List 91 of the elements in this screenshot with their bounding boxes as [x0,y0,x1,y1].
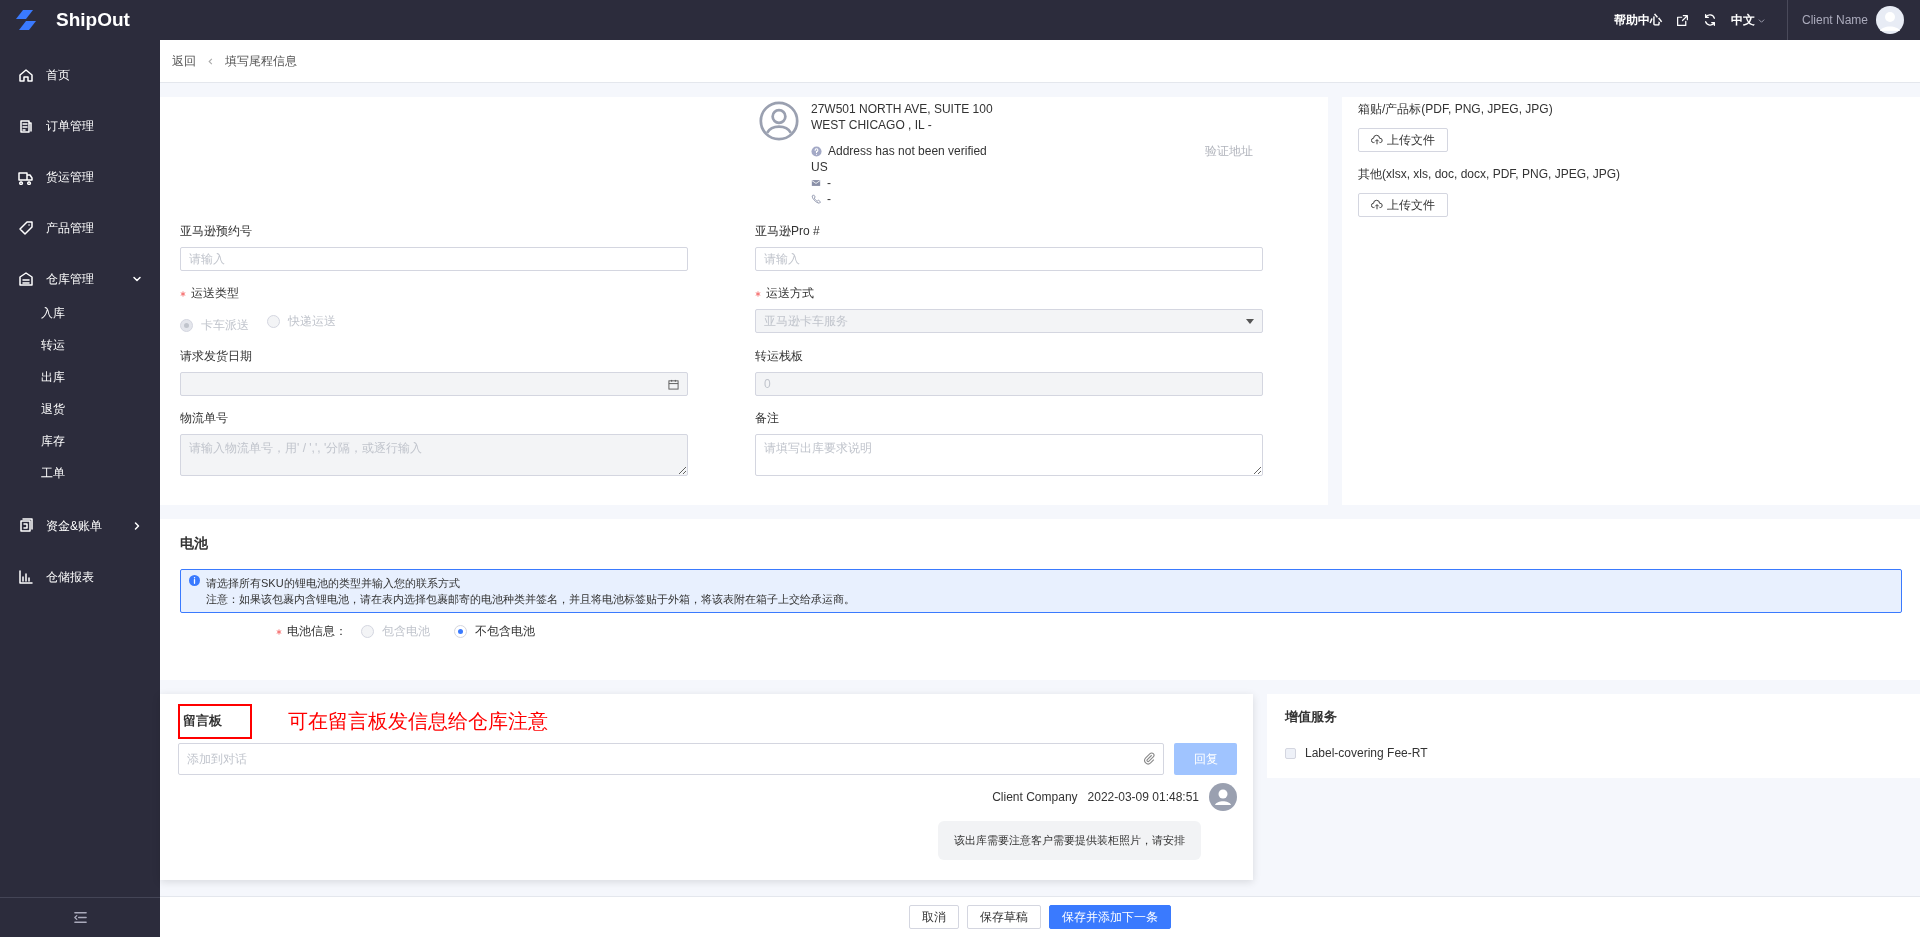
field-label: 运送类型 [191,285,239,302]
sidebar-item[interactable]: 订单管理 [0,105,160,147]
checkbox-label: Label-covering Fee-RT [1305,746,1428,760]
cloud-upload-icon [1371,134,1383,146]
upload-button[interactable]: 上传文件 [1358,193,1448,217]
message-author: Client Company [992,790,1078,804]
sidebar-subitem[interactable]: 库存 [0,425,160,457]
message-time: 2022-03-09 01:48:51 [1087,790,1199,804]
message-bubble: 该出库需要注意客户需要提供装柜照片，请安排 [938,821,1201,860]
section-title: 电池 [180,535,209,553]
field-label: 运送方式 [766,285,814,302]
radio-label: 不包含电池 [475,623,535,640]
document-icon [18,118,34,134]
footer-button[interactable]: 保存草稿 [967,905,1041,929]
field-label: 转运栈板 [755,348,803,365]
footer-button[interactable]: 取消 [909,905,959,929]
help-center-link[interactable]: 帮助中心 [1613,11,1662,29]
avatar-icon [1876,6,1904,34]
annotation-text: 可在留言板发信息给仓库注意 [288,709,548,734]
upload-label: 箱贴/产品标(PDF, PNG, JPEG, JPG) [1358,101,1553,118]
sidebar-subitem[interactable]: 转运 [0,329,160,361]
board-title: 留言板 [178,704,252,739]
textarea-field[interactable]: 请填写出库要求说明 [755,434,1263,476]
sidebar-item[interactable]: 仓库管理 [0,258,160,300]
paperclip-icon[interactable] [1143,752,1156,765]
truck-icon [18,169,34,185]
sidebar-item[interactable]: 产品管理 [0,207,160,249]
phone-icon [811,194,821,204]
person-icon [759,101,799,141]
sidebar-item[interactable]: 首页 [0,54,160,96]
cloud-upload-icon [1371,199,1383,211]
field-label: 请求发货日期 [180,348,252,365]
message-input[interactable]: 添加到对话 [178,743,1164,775]
field-label: 亚马逊预约号 [180,223,252,240]
upload-label: 其他(xlsx, xls, doc, docx, PDF, PNG, JPEG, JPG) [1358,166,1621,183]
warehouse-icon [18,271,34,287]
language-dropdown[interactable]: 中文 [1730,11,1779,29]
sidebar-subitem[interactable]: 出库 [0,361,160,393]
caret-icon [1757,16,1765,24]
chevron-left-icon [206,56,215,66]
required-icon [755,290,761,297]
upload-button[interactable]: 上传文件 [1358,128,1448,152]
share-icon[interactable] [1675,13,1689,27]
sidebar-item[interactable]: 资金&账单 [0,505,160,547]
radio-button[interactable] [454,625,467,638]
address-line: 27W501 NORTH AVE, SUITE 100 [811,101,993,117]
sidebar-subitem[interactable]: 工单 [0,457,160,489]
sidebar-subitem[interactable]: 入库 [0,297,160,329]
mail-icon [811,178,821,188]
required-icon [276,628,282,635]
field-label: 电池信息： [287,623,347,640]
notice-text: 请选择所有SKU的锂电池的类型并输入您的联系方式 [206,576,461,591]
page-title: 填写尾程信息 [225,52,297,70]
collapse-menu-icon[interactable] [72,910,88,925]
checkbox[interactable] [1285,747,1296,759]
calendar-icon [668,378,679,390]
home-icon [18,67,34,83]
email-value: - [827,175,831,191]
radio-label: 卡车派送 [201,317,249,334]
avatar-icon [1209,783,1237,811]
logo-icon [14,8,38,32]
verify-status: Address has not been verified [828,143,987,159]
section-title: 增值服务 [1285,708,1338,726]
info-icon [189,575,200,586]
required-icon [180,290,186,297]
caret-down-icon [1246,317,1254,325]
bar-chart-icon [18,569,34,585]
address-line: WEST CHICAGO , IL - [811,117,933,133]
sidebar-item[interactable]: 仓储报表 [0,556,160,598]
field-label: 亚马逊Pro # [755,223,820,240]
refresh-icon[interactable] [1702,13,1717,27]
text-input[interactable]: 请输入 [755,247,1263,271]
sidebar-item[interactable]: 货运管理 [0,156,160,198]
phone-value: - [827,191,831,207]
radio-label: 快递运送 [288,313,336,330]
notice-text: 注意：如果该包裹内含锂电池，请在表内选择包裹邮寄的电池种类并签名，并且将电池标签贴于外箱，将该表附在箱子上交给承运商。 [206,592,855,607]
user-name[interactable]: Client Name [1801,13,1868,27]
footer-button[interactable]: 保存并添加下一条 [1049,905,1171,929]
sidebar-subitem[interactable]: 退货 [0,393,160,425]
chevron-right-icon[interactable] [132,521,142,531]
ledger-icon [18,518,34,534]
radio-label: 包含电池 [382,623,430,640]
back-link[interactable]: 返回 [172,52,196,70]
field-label: 备注 [755,410,779,427]
tag-icon [18,220,34,236]
field-label: 物流单号 [180,410,228,427]
chevron-down-icon[interactable] [132,274,142,284]
question-icon [811,145,822,157]
country: US [811,159,829,175]
logo-text: ShipOut [56,9,130,31]
text-input[interactable]: 请输入 [180,247,688,271]
